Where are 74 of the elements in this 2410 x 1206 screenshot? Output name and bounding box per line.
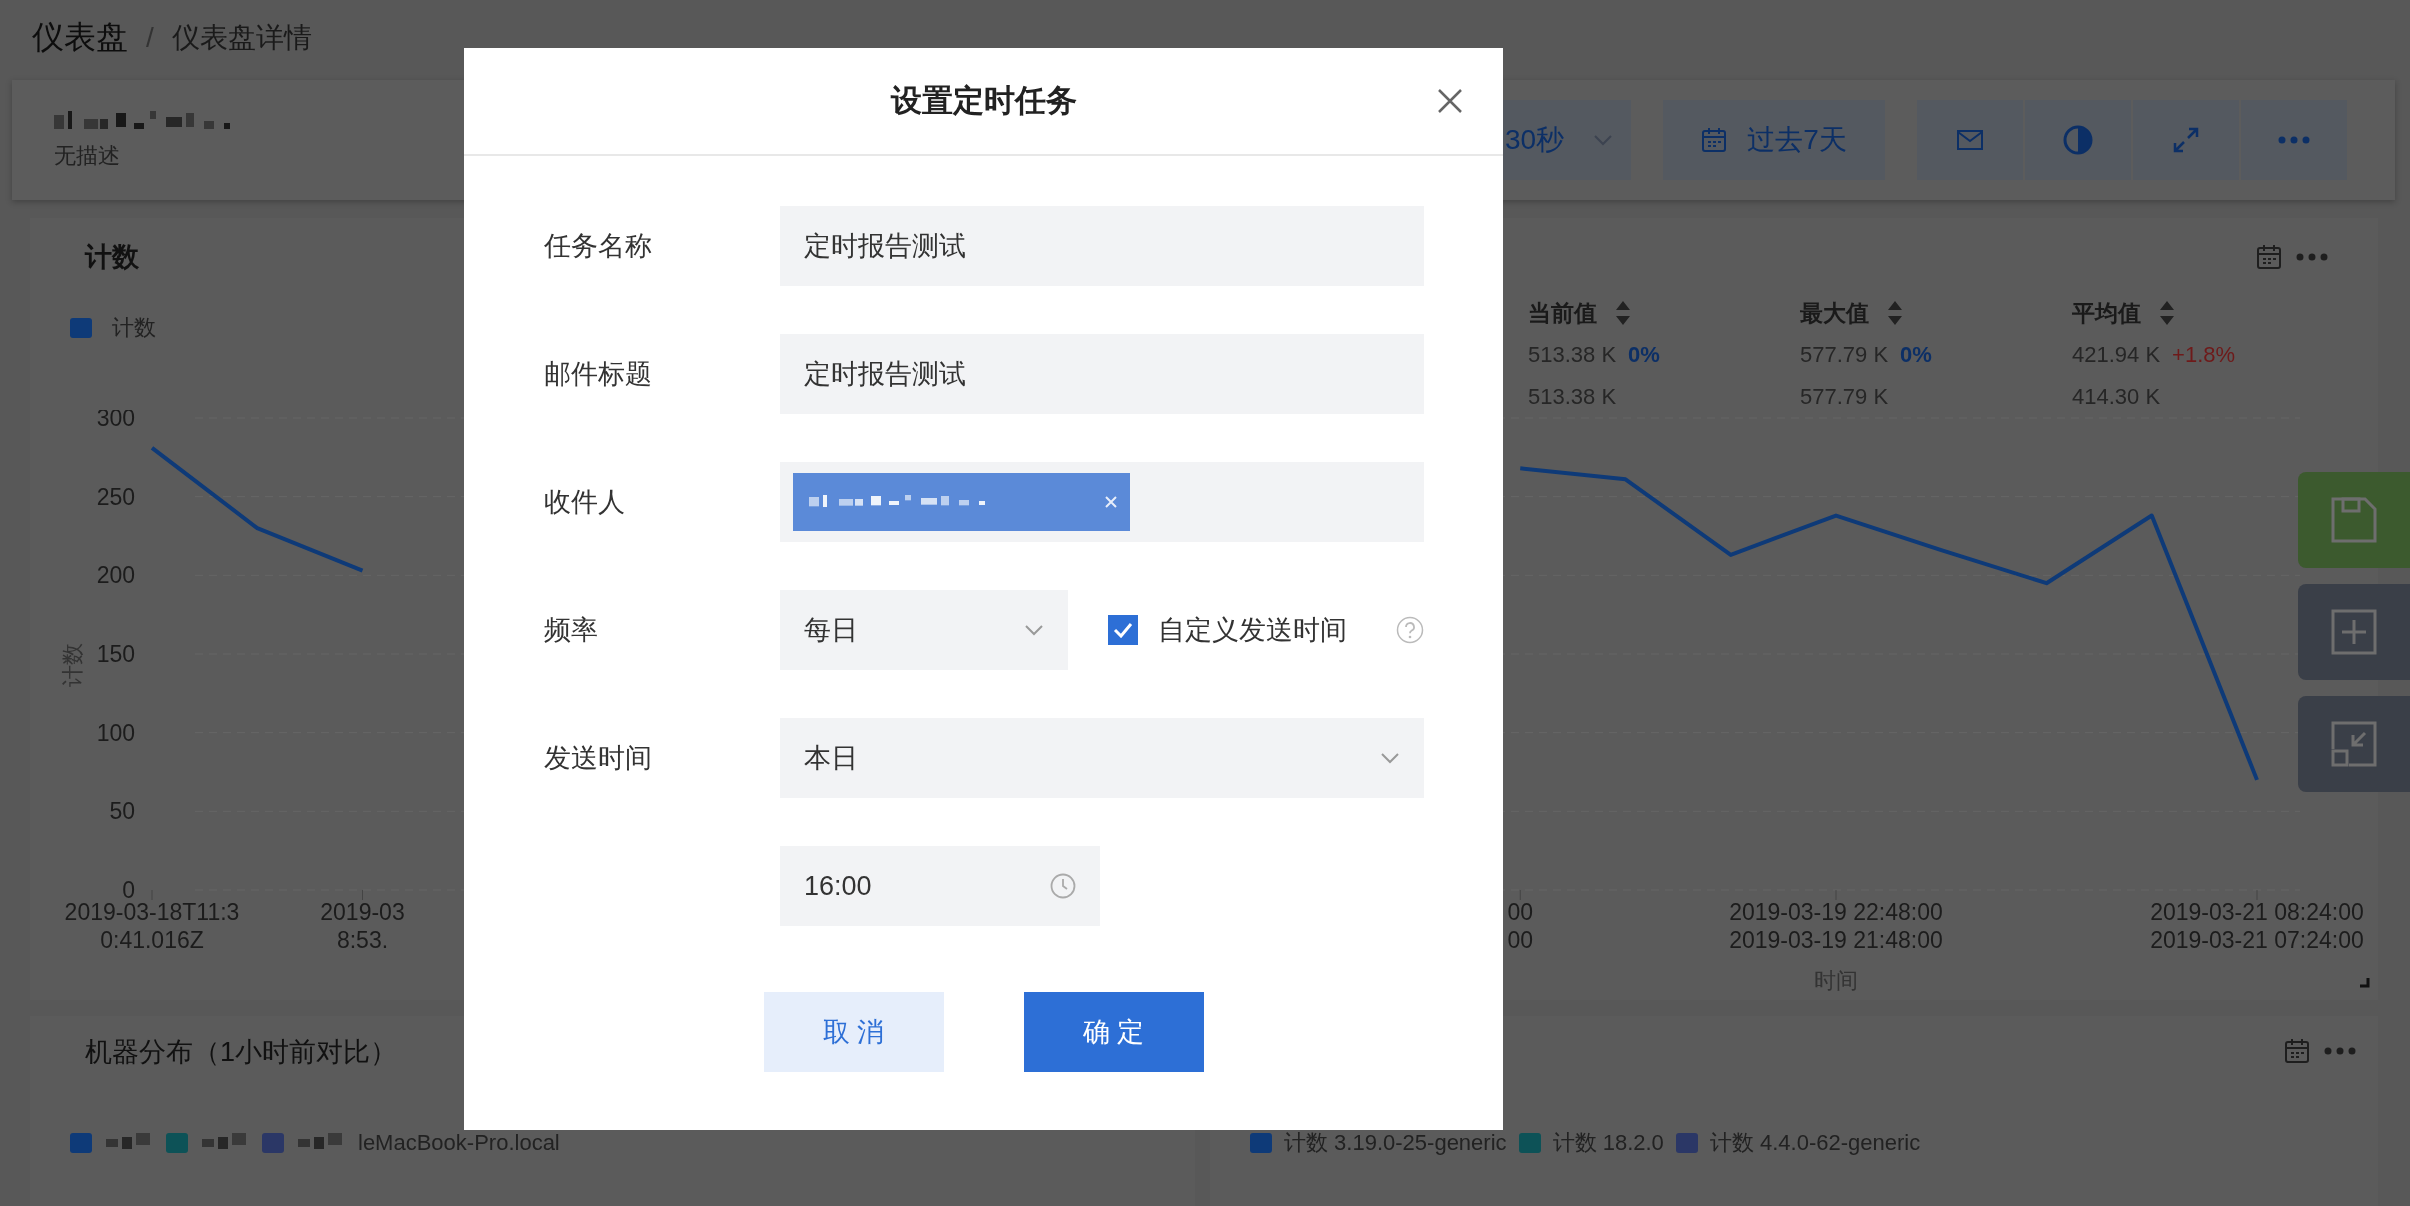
send-time-select[interactable]: 本日: [780, 718, 1424, 798]
field-label: 发送时间: [544, 742, 653, 775]
chevron-down-icon: [1024, 624, 1044, 636]
confirm-button[interactable]: 确 定: [1023, 992, 1204, 1072]
check-icon: [1113, 622, 1133, 638]
y-tick-label: 300: [96, 410, 135, 431]
y-tick-label: 150: [96, 641, 135, 667]
mail-icon: [1957, 130, 1983, 150]
y-tick-label: 100: [96, 719, 135, 746]
sort-icon[interactable]: [1887, 300, 1903, 326]
recipient-field[interactable]: [780, 462, 1424, 542]
checkbox-label[interactable]: 自定义发送时间: [1158, 612, 1347, 648]
checkbox[interactable]: [1108, 615, 1138, 645]
panel-title: 机器分布（1小时前对比）: [84, 1036, 398, 1069]
frequency-select[interactable]: 每日: [780, 590, 1068, 670]
exit-icon: [2329, 719, 2379, 769]
calendar-icon[interactable]: [2284, 1038, 2310, 1064]
change-percent: +1.8%: [2172, 342, 2236, 368]
more-icon[interactable]: [2296, 253, 2328, 261]
dashboard-description: 无描述: [54, 142, 121, 170]
close-icon: [1437, 88, 1463, 114]
breadcrumb-item: 仪表盘详情: [171, 21, 312, 55]
legend-label[interactable]: leMacBook-Pro.local: [358, 1130, 560, 1156]
time-picker[interactable]: 16:00: [780, 846, 1100, 926]
field-label: 任务名称: [544, 230, 653, 263]
field-label: 邮件标题: [544, 358, 653, 391]
recipient-tag[interactable]: [793, 473, 1130, 531]
theme-toggle-button[interactable]: [2025, 100, 2131, 180]
close-button[interactable]: [1437, 88, 1463, 114]
breadcrumb-item[interactable]: 仪表盘: [32, 16, 128, 60]
column-header: 平均值: [2072, 298, 2141, 328]
x-tick-label: 2019-03 8:53.: [320, 899, 405, 953]
change-percent: 0%: [1628, 342, 1660, 368]
column-header: 最大值: [1800, 298, 1869, 328]
cancel-button[interactable]: 取 消: [763, 992, 944, 1072]
field-label: 频率: [544, 614, 599, 647]
text-field[interactable]: 定时报告测试: [780, 334, 1424, 414]
contrast-icon: [2062, 124, 2094, 156]
help-icon[interactable]: [1396, 616, 1424, 644]
chevron-down-icon: [1593, 134, 1613, 146]
x-tick-label: 2019-03-21 08:24:00 2019-03-21 07:24:00: [2150, 899, 2364, 953]
resize-handle-icon[interactable]: [2360, 978, 2370, 988]
legend-label[interactable]: 计数 4.4.0-62-generic: [1709, 1128, 1921, 1158]
sort-icon[interactable]: [1615, 300, 1631, 326]
plus-icon: [2329, 607, 2379, 657]
calendar-icon: [1701, 127, 1728, 153]
field-label: 收件人: [544, 486, 626, 519]
y-tick-label: 250: [96, 483, 135, 510]
x-tick-label: 00 00: [1507, 899, 1534, 953]
modal-title: 设置定时任务: [890, 82, 1077, 120]
close-icon[interactable]: [1104, 495, 1118, 509]
y-tick-label: 200: [96, 562, 135, 589]
y-tick-label: 50: [109, 798, 135, 825]
exit-button[interactable]: [2298, 696, 2410, 792]
save-icon: [2329, 495, 2379, 545]
more-icon: [2278, 136, 2310, 144]
legend-label[interactable]: 计数 18.2.0: [1552, 1128, 1664, 1158]
more-icon[interactable]: [2324, 1047, 2356, 1055]
expand-icon: [2172, 126, 2200, 154]
change-percent: 0%: [1900, 342, 1932, 368]
text-field[interactable]: 定时报告测试: [780, 206, 1424, 286]
column-header: 当前值: [1528, 298, 1597, 328]
panel-title: 计数: [85, 241, 139, 274]
add-button[interactable]: [2298, 584, 2410, 680]
save-button[interactable]: [2298, 472, 2410, 568]
x-tick-label: 2019-03-19 22:48:00 2019-03-19 21:48:00: [1729, 899, 1943, 953]
breadcrumb-separator: /: [146, 22, 154, 54]
calendar-icon[interactable]: [2256, 244, 2282, 270]
chevron-down-icon: [1380, 752, 1400, 764]
sort-icon[interactable]: [2159, 300, 2175, 326]
legend-label[interactable]: 计数 3.19.0-25-generic: [1284, 1128, 1507, 1158]
legend-label[interactable]: 计数: [112, 313, 156, 343]
mail-button[interactable]: [1917, 100, 2023, 180]
clock-icon: [1050, 873, 1076, 899]
